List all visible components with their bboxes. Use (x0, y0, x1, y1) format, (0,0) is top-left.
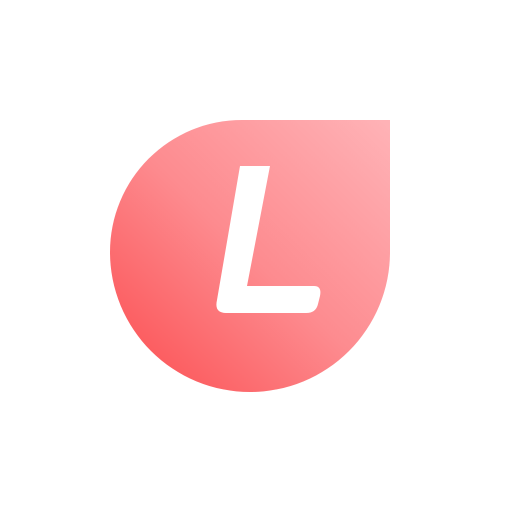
app-logo (110, 120, 390, 392)
app-icon-canvas (0, 0, 512, 512)
